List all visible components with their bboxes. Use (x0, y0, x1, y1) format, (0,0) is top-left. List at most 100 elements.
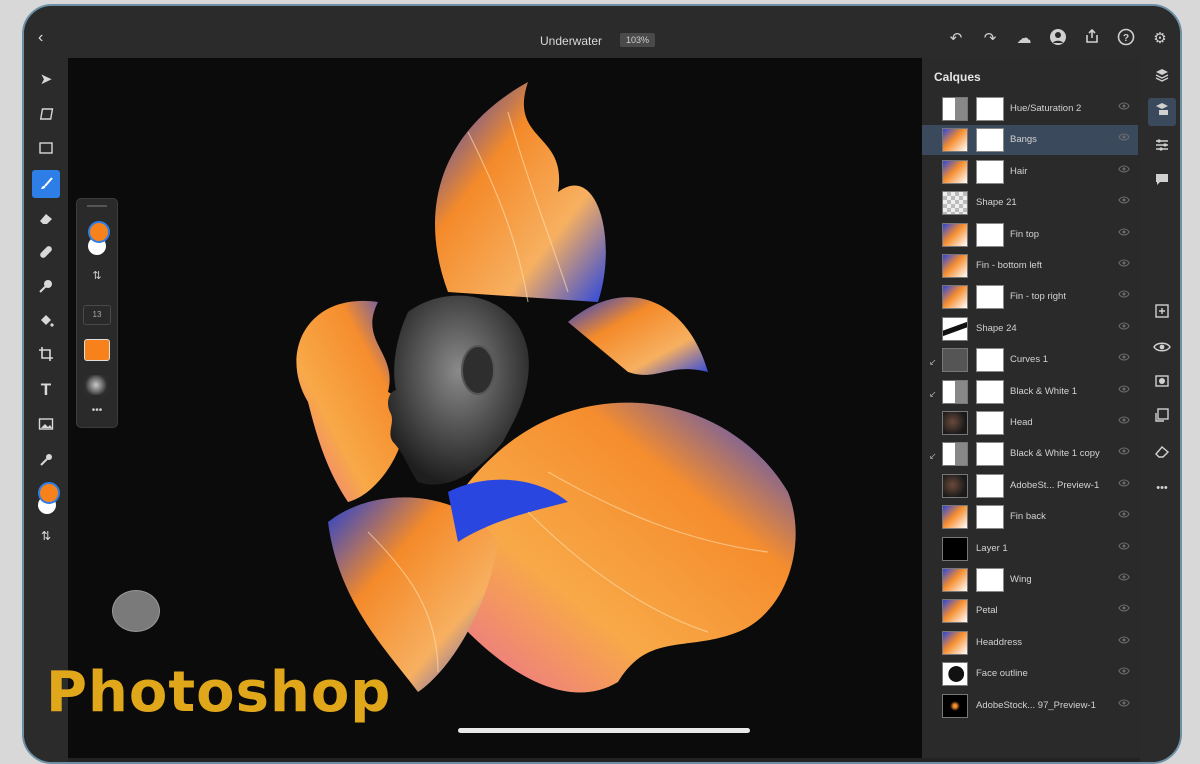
brush-preset-button[interactable] (84, 375, 108, 395)
layer-visibility-icon[interactable] (1118, 164, 1130, 177)
layer-visibility-icon[interactable] (1118, 698, 1130, 711)
layer-visibility-icon[interactable] (1118, 258, 1130, 271)
panel-drag-handle[interactable] (87, 205, 107, 207)
layer-visibility-icon[interactable] (1118, 603, 1130, 616)
layer-row[interactable]: AdobeStock... 97_Preview-1 (922, 691, 1138, 721)
layer-row[interactable]: Face outline (922, 659, 1138, 689)
layer-row[interactable]: Head (922, 408, 1138, 438)
layer-row[interactable]: Shape 24 (922, 314, 1138, 344)
layer-visibility-icon[interactable] (1118, 321, 1130, 334)
layer-row[interactable]: Bangs (922, 125, 1138, 156)
layer-visibility-icon[interactable] (1118, 195, 1130, 208)
help-icon[interactable]: ? (1114, 28, 1138, 50)
layer-thumbnail[interactable] (942, 316, 968, 341)
layer-row[interactable]: Hair (922, 157, 1138, 187)
layer-thumbnail[interactable] (942, 473, 968, 498)
layer-thumbnail[interactable] (942, 662, 968, 687)
user-icon[interactable] (1046, 28, 1070, 50)
layer-visibility-icon[interactable] (1118, 541, 1130, 554)
layer-visibility-icon[interactable] (1118, 572, 1130, 585)
layer-mask-thumbnail[interactable] (976, 97, 1004, 121)
layer-row[interactable]: Fin - bottom left (922, 251, 1138, 281)
layer-row[interactable]: ↙ Black & White 1 copy (922, 439, 1138, 469)
layer-row[interactable]: Fin back (922, 502, 1138, 532)
undo-icon[interactable]: ↶ (944, 28, 968, 50)
eraser-icon[interactable] (32, 204, 60, 232)
layer-mask-thumbnail[interactable] (976, 411, 1004, 435)
marquee-icon[interactable] (32, 134, 60, 162)
layer-thumbnail[interactable] (942, 536, 968, 561)
back-icon[interactable]: ‹ (38, 30, 52, 46)
move-icon[interactable]: ➤ (32, 66, 60, 94)
layer-row[interactable]: ↙ Black & White 1 (922, 377, 1138, 407)
layer-visibility-icon[interactable] (1118, 635, 1130, 648)
layer-thumbnail[interactable] (942, 191, 968, 216)
layer-mask-thumbnail[interactable] (976, 505, 1004, 530)
mask-icon[interactable] (1148, 370, 1176, 398)
layer-thumbnail[interactable] (942, 285, 968, 310)
cloud-icon[interactable]: ☁ (1012, 28, 1036, 50)
layer-thumbnail[interactable] (942, 222, 968, 247)
layer-mask-thumbnail[interactable] (976, 442, 1004, 467)
layer-row[interactable]: Layer 1 (922, 534, 1138, 564)
clone-icon[interactable] (32, 272, 60, 300)
fill-icon[interactable] (32, 306, 60, 334)
layer-thumbnail[interactable] (942, 693, 968, 718)
foreground-color-swatch[interactable] (88, 221, 110, 243)
layer-thumbnail[interactable] (942, 128, 968, 153)
image-icon[interactable] (32, 410, 60, 438)
clip-icon[interactable] (1148, 404, 1176, 432)
crop-icon[interactable] (32, 340, 60, 368)
layer-row[interactable]: Hue/Saturation 2 (922, 94, 1138, 124)
redo-icon[interactable]: ↷ (978, 28, 1002, 50)
layer-visibility-icon[interactable] (1118, 227, 1130, 240)
layer-thumbnail[interactable] (942, 159, 968, 184)
layer-thumbnail[interactable] (942, 348, 968, 373)
layer-row[interactable]: Headdress (922, 628, 1138, 658)
layer-thumbnail[interactable] (942, 442, 968, 467)
more-icon[interactable]: ••• (1148, 474, 1176, 502)
layer-mask-thumbnail[interactable] (976, 128, 1004, 153)
layer-thumbnail[interactable] (942, 568, 968, 592)
foreground-color-swatch[interactable] (38, 482, 60, 504)
layers-icon[interactable] (1148, 64, 1176, 92)
swap-colors-icon[interactable]: ⇅ (77, 269, 117, 282)
swap-colors-icon[interactable]: ⇅ (32, 522, 60, 550)
layer-mask-thumbnail[interactable] (976, 159, 1004, 184)
layer-visibility-icon[interactable] (1118, 132, 1130, 145)
layer-visibility-icon[interactable] (1118, 101, 1130, 114)
brush-icon[interactable] (32, 170, 60, 198)
color-picker-button[interactable] (84, 339, 110, 361)
home-indicator[interactable] (458, 728, 750, 733)
layer-mask-thumbnail[interactable] (976, 568, 1004, 592)
layer-visibility-icon[interactable] (1118, 289, 1130, 302)
layer-row[interactable]: AdobeSt... Preview-1 (922, 471, 1138, 501)
layer-visibility-icon[interactable] (1118, 666, 1130, 679)
eyedropper-icon[interactable] (32, 446, 60, 474)
type-icon[interactable]: T (32, 376, 60, 404)
brush-size-field[interactable]: 13 (83, 305, 111, 325)
touch-shortcut-button[interactable] (112, 590, 160, 632)
layer-row[interactable]: Shape 21 (922, 188, 1138, 218)
layer-visibility-icon[interactable] (1118, 415, 1130, 428)
add-layer-icon[interactable] (1148, 300, 1176, 328)
layer-thumbnail[interactable] (942, 379, 968, 404)
layer-mask-thumbnail[interactable] (976, 348, 1004, 373)
healing-icon[interactable] (32, 238, 60, 266)
layer-row[interactable]: Fin - top right (922, 282, 1138, 312)
eraser-layer-icon[interactable] (1148, 440, 1176, 468)
layer-visibility-icon[interactable] (1118, 446, 1130, 459)
settings-icon[interactable]: ⚙ (1148, 28, 1172, 50)
layer-row[interactable]: Fin top (922, 220, 1138, 250)
layer-visibility-icon[interactable] (1118, 352, 1130, 365)
layer-thumbnail[interactable] (942, 505, 968, 530)
layer-mask-thumbnail[interactable] (976, 473, 1004, 498)
layer-visibility-icon[interactable] (1118, 509, 1130, 522)
layer-row[interactable]: ↙ Curves 1 (922, 345, 1138, 375)
layer-row[interactable]: Wing (922, 565, 1138, 595)
comments-icon[interactable] (1148, 168, 1176, 196)
layer-row[interactable]: Petal (922, 596, 1138, 626)
layer-thumbnail[interactable] (942, 97, 968, 121)
layer-mask-thumbnail[interactable] (976, 379, 1004, 404)
layer-properties-icon[interactable] (1148, 98, 1176, 126)
